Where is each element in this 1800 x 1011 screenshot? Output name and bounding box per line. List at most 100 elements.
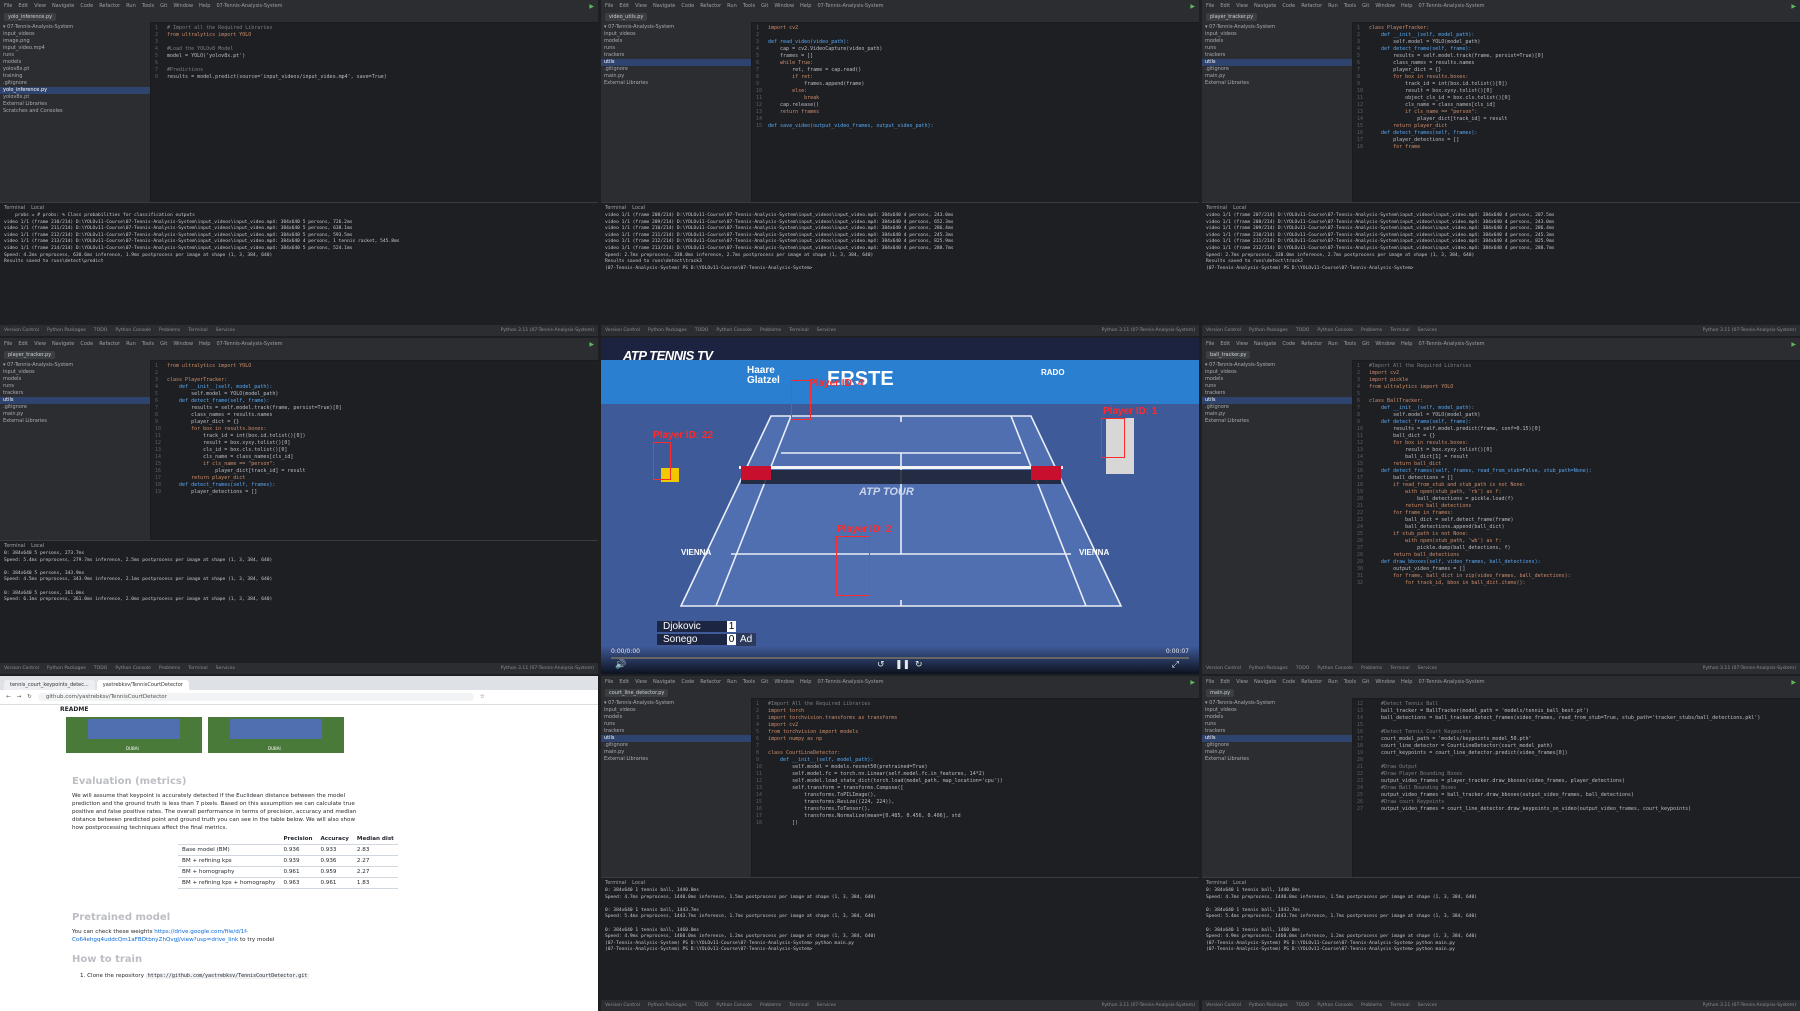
tree-item[interactable]: main.py [0, 411, 150, 418]
menu-window[interactable]: Window [1375, 341, 1395, 347]
menu-help[interactable]: Help [1401, 3, 1412, 9]
tree-item[interactable]: models [1202, 376, 1352, 383]
tree-item[interactable]: runs [601, 45, 751, 52]
menu-refactor[interactable]: Refactor [99, 3, 120, 9]
menu-help[interactable]: Help [199, 341, 210, 347]
menu-edit[interactable]: Edit [619, 3, 629, 9]
tree-item[interactable]: yolov8x.pt [0, 94, 150, 101]
status-version-control[interactable]: Version Control [4, 328, 39, 333]
run-icon[interactable]: ▶ [589, 3, 594, 10]
menu-view[interactable]: View [635, 679, 647, 685]
terminal-tab-local[interactable]: Local [31, 205, 44, 211]
tree-item[interactable]: input_videos [601, 707, 751, 714]
run-icon[interactable]: ▶ [1791, 3, 1796, 10]
tree-item[interactable]: runs [0, 383, 150, 390]
menu-run[interactable]: Run [1328, 679, 1338, 685]
menu-edit[interactable]: Edit [619, 679, 629, 685]
menu-navigate[interactable]: Navigate [1254, 3, 1276, 9]
menu-code[interactable]: Code [681, 3, 694, 9]
status-python-console[interactable]: Python Console [1317, 666, 1353, 671]
ide-pane-yolo-inference[interactable]: File Edit View Navigate Code Refactor Run Tools… [0, 0, 598, 336]
rewind-icon[interactable]: ↺ [877, 660, 885, 670]
code-editor[interactable]: 1 class PlayerTracker: 2 def __init__(self… [1353, 22, 1800, 206]
terminal-tab-local[interactable]: Local [31, 543, 44, 549]
tree-item[interactable]: input_videos [0, 31, 150, 38]
menu-view[interactable]: View [34, 341, 46, 347]
menu-view[interactable]: View [1236, 3, 1248, 9]
tree-item[interactable]: utils [0, 397, 150, 404]
menu-code[interactable]: Code [80, 3, 93, 9]
status-python-packages[interactable]: Python Packages [1249, 1003, 1288, 1008]
status-todo[interactable]: TODO [1296, 666, 1310, 671]
tree-item[interactable]: models [1202, 714, 1352, 721]
ide-pane-player-tracker-2[interactable]: File Edit View Navigate Code Refactor Run Tools… [0, 338, 598, 674]
tree-item[interactable]: input_videos [1202, 369, 1352, 376]
menu-window[interactable]: Window [1375, 3, 1395, 9]
tree-item[interactable]: runs [1202, 45, 1352, 52]
editor-tab[interactable]: player_tracker.py [4, 351, 56, 359]
forward-icon[interactable]: ↻ [915, 660, 923, 670]
menu-git[interactable]: Git [1362, 679, 1369, 685]
tree-item[interactable]: .gitignore [1202, 404, 1352, 411]
menu-tools[interactable]: Tools [1344, 3, 1356, 9]
terminal-panel[interactable]: Terminal Local video 1/1 (frame 208/214) D… [601, 202, 1199, 325]
tree-item[interactable]: Scratches and Consoles [0, 108, 150, 115]
run-icon[interactable]: ▶ [1791, 341, 1796, 348]
tree-item[interactable]: ▾ 07-Tennis-Analysis-System [1202, 700, 1352, 707]
menu-run[interactable]: Run [727, 3, 737, 9]
editor-tab[interactable]: video_utils.py [605, 13, 648, 21]
tree-item[interactable]: yolo_inference.py [0, 87, 150, 94]
menu-code[interactable]: Code [1282, 679, 1295, 685]
status-todo[interactable]: TODO [1296, 1003, 1310, 1008]
menu-code[interactable]: Code [681, 679, 694, 685]
menu-file[interactable]: File [605, 3, 613, 9]
menu-navigate[interactable]: Navigate [1254, 679, 1276, 685]
tree-item[interactable]: input_videos [0, 369, 150, 376]
run-icon[interactable]: ▶ [1791, 679, 1796, 686]
menu-git[interactable]: Git [761, 3, 768, 9]
menu-git[interactable]: Git [160, 3, 167, 9]
code-editor[interactable]: 1 import cv2 2 3 def read_video(video_path):… [752, 22, 1199, 206]
status-services[interactable]: Services [817, 1003, 836, 1008]
menu-tools[interactable]: Tools [1344, 341, 1356, 347]
menu-run[interactable]: Run [1328, 341, 1338, 347]
ide-pane-main[interactable]: File Edit View Navigate Code Refactor Run Tools… [1202, 676, 1800, 1011]
status-todo[interactable]: TODO [94, 666, 108, 671]
run-icon[interactable]: ▶ [1190, 3, 1195, 10]
status-interpreter[interactable]: Python 3.11 (07-Tennis-Analysis-System) [501, 328, 594, 333]
editor-tab[interactable]: yolo_inference.py [4, 13, 57, 21]
status-python-console[interactable]: Python Console [1317, 328, 1353, 333]
menu-refactor[interactable]: Refactor [1301, 679, 1322, 685]
menu-code[interactable]: Code [1282, 341, 1295, 347]
terminal-tab-local[interactable]: Local [1233, 880, 1246, 886]
tree-item[interactable]: models [0, 376, 150, 383]
tennis-video-player[interactable]: ATP TENNIS TV Haare Glatzel ERSTE RADO A… [601, 338, 1199, 674]
status-problems[interactable]: Problems [1361, 1003, 1382, 1008]
fullscreen-icon[interactable]: ⤢ [1172, 660, 1179, 670]
project-tree[interactable]: ▾ 07-Tennis-Analysis-System input_videos… [1202, 22, 1353, 206]
menu-file[interactable]: File [1206, 341, 1214, 347]
terminal-panel[interactable]: Terminal Local video 1/1 (frame 207/214) D… [1202, 202, 1800, 325]
status-interpreter[interactable]: Python 3.11 (07-Tennis-Analysis-System) [1102, 328, 1195, 333]
pause-icon[interactable]: ❚❚ [895, 660, 910, 670]
status-services[interactable]: Services [1418, 666, 1437, 671]
status-interpreter[interactable]: Python 3.11 (07-Tennis-Analysis-System) [1703, 1003, 1796, 1008]
menu-tools[interactable]: Tools [142, 341, 154, 347]
ide-pane-player-tracker[interactable]: File Edit View Navigate Code Refactor Run Tools… [1202, 0, 1800, 336]
tree-item[interactable]: .gitignore [1202, 66, 1352, 73]
menu-help[interactable]: Help [199, 3, 210, 9]
tree-item[interactable]: runs [1202, 721, 1352, 728]
menu-file[interactable]: File [4, 3, 12, 9]
status-python-console[interactable]: Python Console [716, 1003, 752, 1008]
status-version-control[interactable]: Version Control [1206, 666, 1241, 671]
ide-pane-ball-tracker[interactable]: File Edit View Navigate Code Refactor Run Tools… [1202, 338, 1800, 674]
status-python-packages[interactable]: Python Packages [648, 1003, 687, 1008]
volume-icon[interactable]: 🔊 [615, 660, 626, 670]
menu-navigate[interactable]: Navigate [653, 679, 675, 685]
tree-item[interactable]: main.py [601, 749, 751, 756]
menu-refactor[interactable]: Refactor [1301, 341, 1322, 347]
menu-window[interactable]: Window [1375, 679, 1395, 685]
tree-item[interactable]: input_videos [1202, 31, 1352, 38]
status-todo[interactable]: TODO [695, 1003, 709, 1008]
status-problems[interactable]: Problems [159, 666, 180, 671]
